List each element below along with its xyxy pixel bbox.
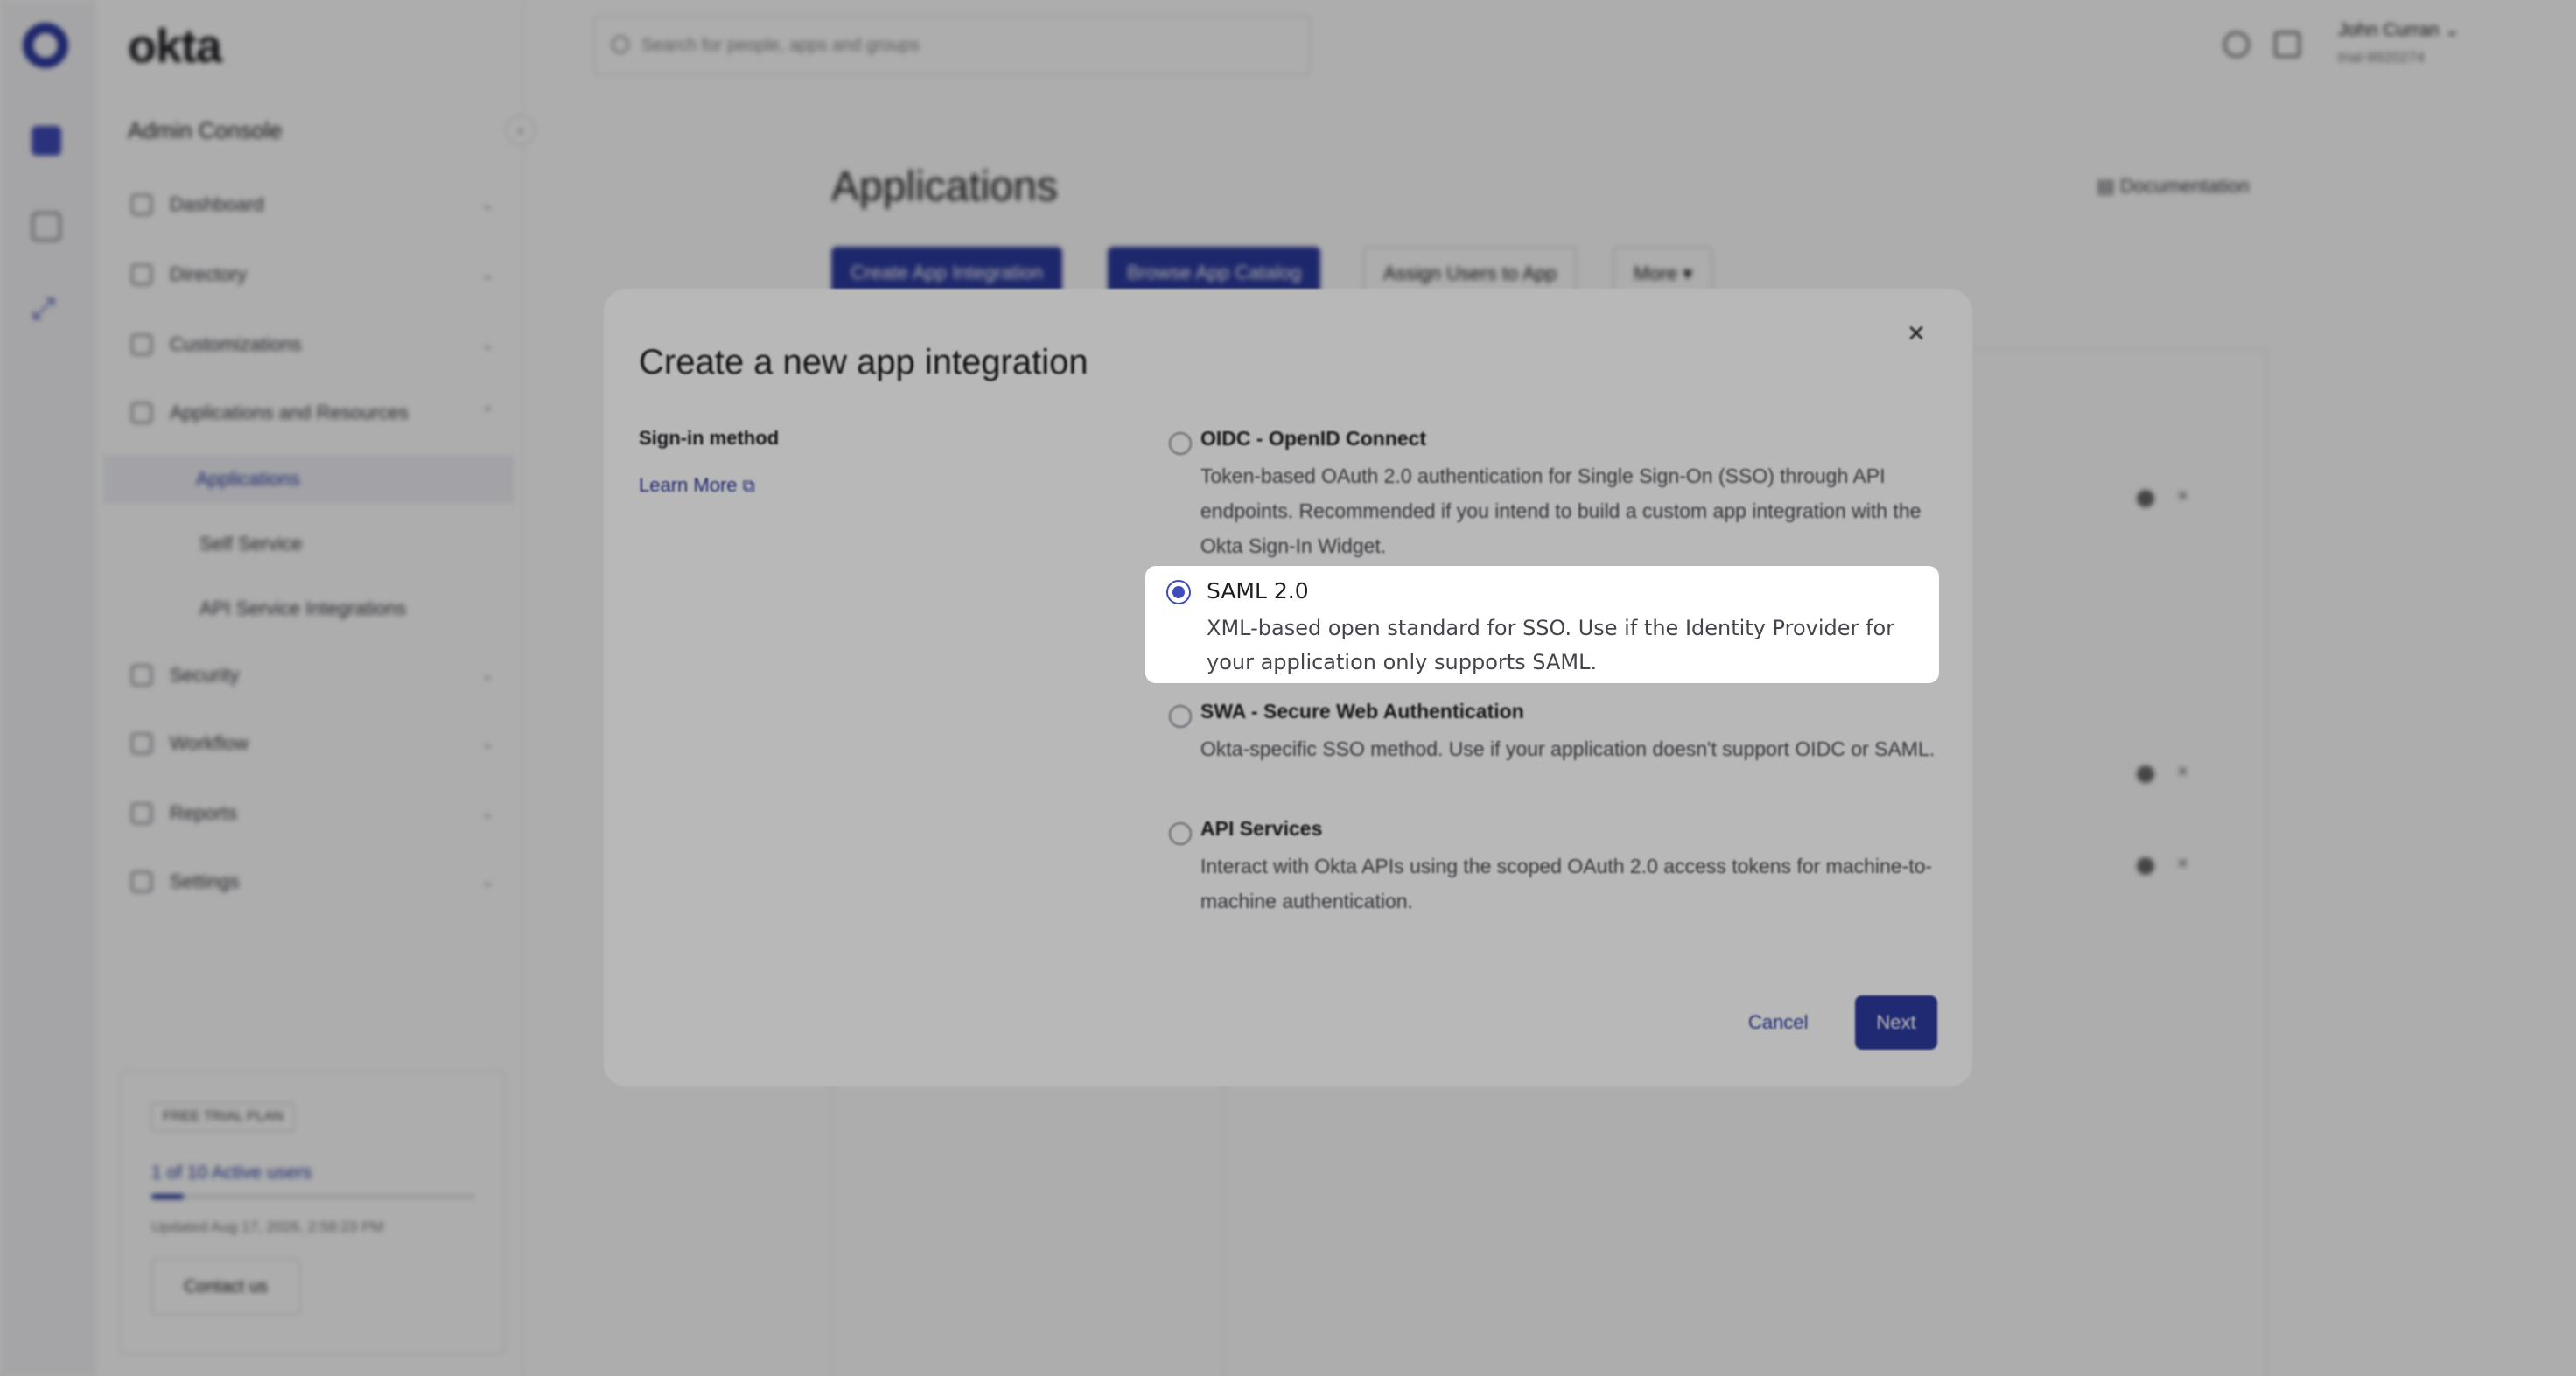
swa-radio[interactable] [1169, 705, 1192, 728]
option-title: API Services [1200, 817, 1323, 840]
option-title: OIDC - OpenID Connect [1200, 427, 1427, 450]
cancel-button[interactable]: Cancel [1748, 1011, 1808, 1034]
sign-in-method-label: Sign-in method [639, 427, 780, 449]
option-description: Interact with Okta APIs using the scoped… [1200, 855, 1933, 912]
create-app-integration-modal: Create a new app integration × Sign-in m… [604, 289, 1972, 1086]
option-description: XML-based open standard for SSO. Use if … [1207, 616, 1894, 674]
api-services-radio[interactable] [1169, 822, 1192, 845]
external-link-icon: ⧉ [742, 477, 755, 496]
modal-title: Create a new app integration [639, 343, 1088, 381]
option-saml[interactable]: SAML 2.0 XML-based open standard for SSO… [1145, 566, 1939, 683]
radio-selected-dot [1172, 586, 1185, 598]
option-description: Okta-specific SSO method. Use if your ap… [1200, 737, 1936, 760]
option-title: SWA - Secure Web Authentication [1200, 700, 1524, 723]
oidc-radio[interactable] [1169, 432, 1192, 455]
option-title: SAML 2.0 [1207, 578, 1309, 604]
close-icon[interactable]: × [1908, 317, 1925, 351]
saml-radio[interactable] [1166, 580, 1191, 604]
option-description: Token-based OAuth 2.0 authentication for… [1200, 464, 1922, 557]
learn-more-link[interactable]: Learn More ⧉ [639, 474, 755, 497]
next-button[interactable]: Next [1855, 995, 1937, 1050]
